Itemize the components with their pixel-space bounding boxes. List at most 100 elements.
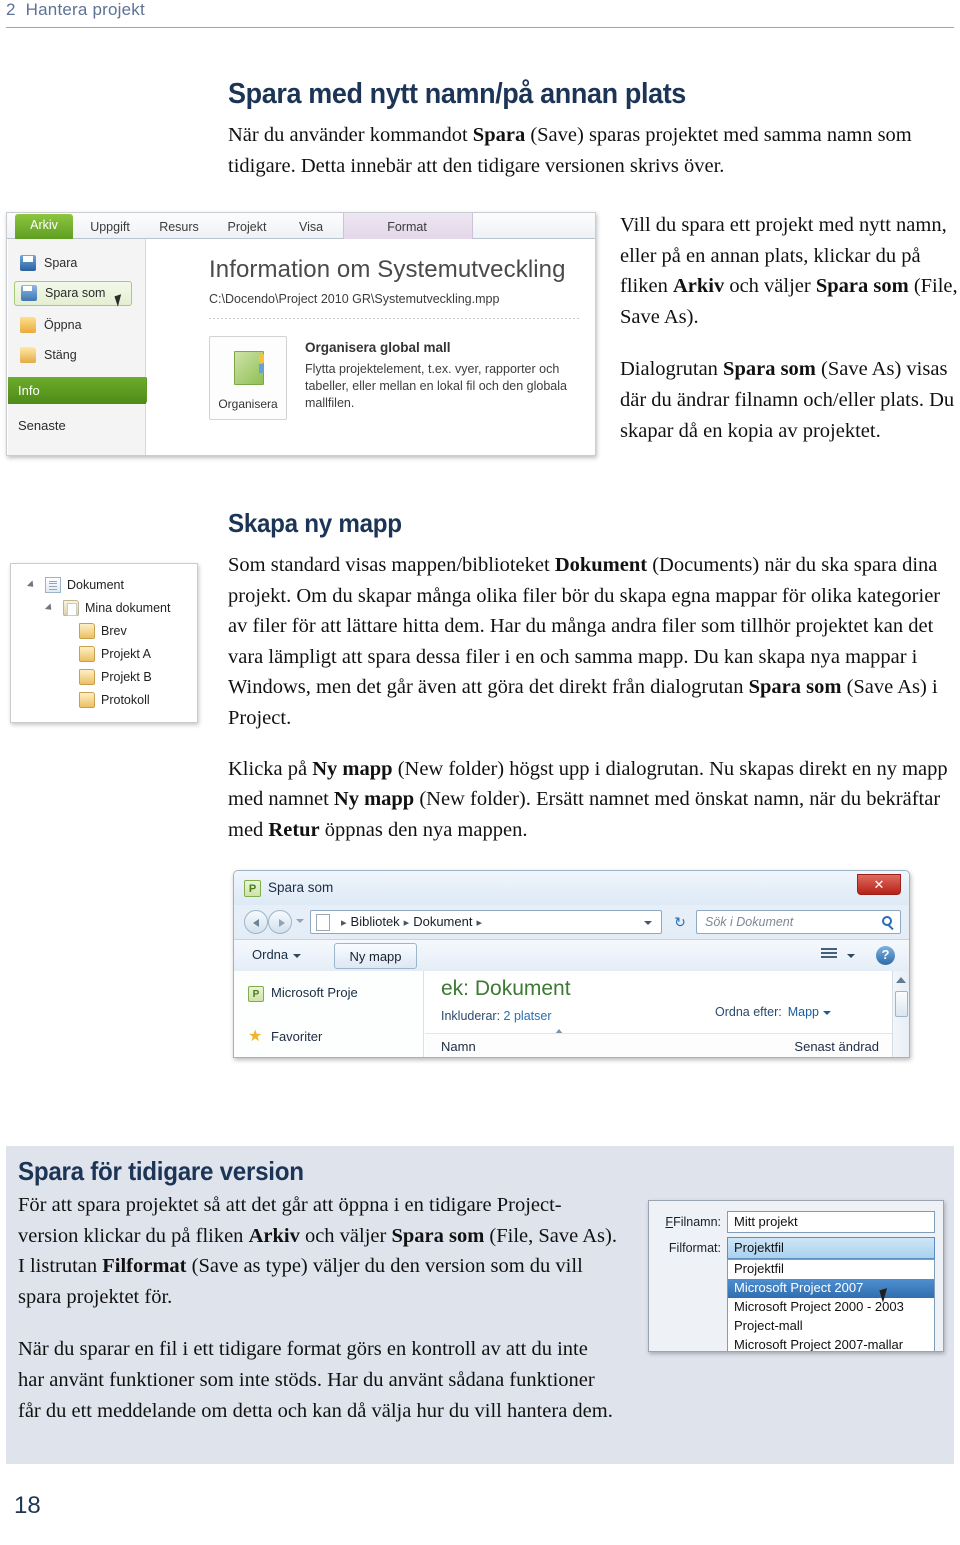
backstage-item-senaste[interactable]: Senaste <box>18 415 66 437</box>
project-app-icon: P <box>244 880 261 897</box>
folder-icon <box>79 692 95 708</box>
breadcrumb-dokument[interactable]: Dokument <box>413 914 472 929</box>
filetype-option-project-mall[interactable]: Project-mall <box>728 1317 934 1336</box>
arrange-by-control[interactable]: Ordna efter: Mapp <box>715 1005 831 1019</box>
filetype-option-project-2007-mallar[interactable]: Microsoft Project 2007-mallar <box>728 1336 934 1351</box>
organize-menu-button[interactable]: Ordna <box>252 947 302 962</box>
ribbon-tab-format[interactable]: Format <box>357 216 457 239</box>
column-header-namn[interactable]: Namn <box>441 1039 476 1054</box>
search-placeholder: Sök i Dokument <box>705 915 794 929</box>
help-icon[interactable]: ? <box>876 946 895 965</box>
filetype-option-list[interactable]: Projektfil Microsoft Project 2007 Micros… <box>727 1259 935 1351</box>
file-list-column-headers: Namn Senast ändrad <box>425 1033 909 1057</box>
pv-bold-filformat: Filformat <box>102 1255 187 1278</box>
intro-bold-spara: Spara <box>472 124 526 146</box>
nf1a: Som standard visas mappen/biblioteket <box>228 554 555 576</box>
expand-triangle-icon[interactable] <box>26 580 37 590</box>
filetype-combobox[interactable]: Projektfil <box>727 1237 935 1259</box>
ribbon-tab-projekt[interactable]: Projekt <box>215 216 279 239</box>
backstage-divider <box>209 318 581 319</box>
forward-button[interactable] <box>268 910 292 934</box>
backstage-item-stang[interactable]: Stäng <box>18 343 77 367</box>
nf-bold-spara-som: Spara som <box>748 676 842 699</box>
tree-item-label: Mina dokument <box>85 601 171 615</box>
intro-text-a: När du använder kommandot <box>228 124 473 146</box>
tree-item-protokoll[interactable]: Protokoll <box>79 689 150 711</box>
filename-label: FFilnamn: <box>665 1215 721 1229</box>
chevron-down-icon <box>823 1010 831 1015</box>
ribbon-tab-uppgift[interactable]: Uppgift <box>77 216 143 239</box>
vertical-scrollbar[interactable] <box>892 971 909 1057</box>
organizer-book-icon <box>234 351 264 385</box>
includes-value[interactable]: 2 platser <box>504 1009 552 1023</box>
scroll-up-icon[interactable] <box>896 977 906 983</box>
backstage-item-spara-som[interactable]: Spara som <box>14 281 132 306</box>
filetype-option-project-2000-2003[interactable]: Microsoft Project 2000 - 2003 <box>728 1298 934 1317</box>
page-number: 18 <box>14 1492 41 1519</box>
address-chevron-down-icon[interactable] <box>644 921 652 925</box>
expand-triangle-icon[interactable] <box>44 603 55 613</box>
ribbon-tab-visa[interactable]: Visa <box>285 216 337 239</box>
backstage-info-pane: Information om Systemutveckling C:\Docen… <box>147 240 595 455</box>
organize-menu-label: Ordna <box>252 947 289 962</box>
new-folder-section: Skapa ny mapp Som standard visas mappen/… <box>228 508 954 845</box>
column-header-senast-andrad[interactable]: Senast ändrad <box>794 1039 879 1054</box>
back-button[interactable] <box>244 910 268 934</box>
pv1c: och väljer <box>299 1224 392 1247</box>
arrange-by-label: Ordna efter: <box>715 1005 782 1019</box>
view-chevron-down-icon[interactable] <box>847 954 855 958</box>
dialog-title: Spara som <box>268 880 334 895</box>
new-folder-button[interactable]: Ny mapp <box>334 943 417 969</box>
previous-version-paragraph-2: När du sparar en fil i ett tidigare form… <box>18 1338 613 1422</box>
filetype-label: Filformat: <box>655 1241 721 1255</box>
recent-locations-chevron-icon[interactable] <box>296 919 304 923</box>
chapter-title: Hantera projekt <box>25 0 145 19</box>
folder-doc-icon <box>63 600 79 616</box>
filename-input[interactable]: Mitt projekt <box>727 1211 935 1233</box>
close-button[interactable]: ✕ <box>857 874 901 895</box>
tree-item-brev[interactable]: Brev <box>79 620 127 642</box>
folder-icon <box>79 646 95 662</box>
filetype-label-text: Filformat: <box>668 1241 721 1255</box>
nav-item-microsoft-project[interactable]: P Microsoft Proje <box>248 985 358 1002</box>
rp2-bold-spara-som: Spara som <box>723 358 816 381</box>
view-layout-icon[interactable] <box>821 948 837 962</box>
nav-item-label: Microsoft Proje <box>271 985 358 1000</box>
organize-global-template-button[interactable]: Organisera <box>209 336 287 420</box>
scrollbar-thumb[interactable] <box>895 991 908 1017</box>
filetype-option-projektfil[interactable]: Projektfil <box>728 1260 934 1279</box>
save-as-right-paragraph-2: Dialogrutan Spara som (Save As) visas dä… <box>620 354 960 446</box>
breadcrumb-bibliotek[interactable]: Bibliotek <box>351 914 400 929</box>
tree-item-mina-dokument[interactable]: Mina dokument <box>44 597 171 619</box>
backstage-doc-path: C:\Docendo\Project 2010 GR\Systemutveckl… <box>209 292 500 306</box>
tree-item-projekt-a[interactable]: Projekt A <box>79 643 151 665</box>
ribbon-tab-arkiv[interactable]: Arkiv <box>15 214 73 239</box>
backstage-item-spara[interactable]: Spara <box>18 251 77 275</box>
breadcrumb-sep-icon: ▸ <box>403 917 410 929</box>
search-input[interactable]: Sök i Dokument <box>696 910 901 934</box>
filename-label-text: Filnamn: <box>673 1215 721 1229</box>
refresh-icon[interactable]: ↻ <box>668 910 692 934</box>
library-icon <box>316 914 330 931</box>
backstage-item-oppna-label: Öppna <box>44 318 82 332</box>
tree-item-projekt-b[interactable]: Projekt B <box>79 666 152 688</box>
dialog-nav-pane: P Microsoft Proje ★ Favoriter <box>234 971 424 1057</box>
address-bar[interactable]: ▸ Bibliotek ▸ Dokument ▸ <box>310 910 662 934</box>
organize-heading: Organisera global mall <box>305 340 451 355</box>
nav-item-favoriter[interactable]: ★ Favoriter <box>248 1028 322 1045</box>
rp1c: och väljer <box>724 275 816 298</box>
backstage-item-info[interactable]: Info <box>8 377 157 404</box>
ribbon-tab-bar: Arkiv Uppgift Resurs Projekt Visa Format <box>7 213 595 239</box>
backstage-item-oppna[interactable]: Öppna <box>18 313 82 337</box>
document-icon <box>45 577 61 593</box>
library-includes: Inkluderar: 2 platser <box>441 1009 552 1023</box>
tree-item-dokument[interactable]: Dokument <box>26 574 124 596</box>
ribbon-tab-resurs[interactable]: Resurs <box>149 216 209 239</box>
tree-item-label: Projekt A <box>101 647 152 661</box>
search-icon <box>882 916 892 926</box>
filetype-option-project-2007[interactable]: Microsoft Project 2007 <box>728 1279 934 1298</box>
breadcrumb-sep-icon: ▸ <box>341 917 347 929</box>
previous-version-text: För att spara projektet så att det går a… <box>18 1190 618 1426</box>
backstage-item-stang-label: Stäng <box>44 348 77 362</box>
star-icon: ★ <box>248 1028 263 1045</box>
